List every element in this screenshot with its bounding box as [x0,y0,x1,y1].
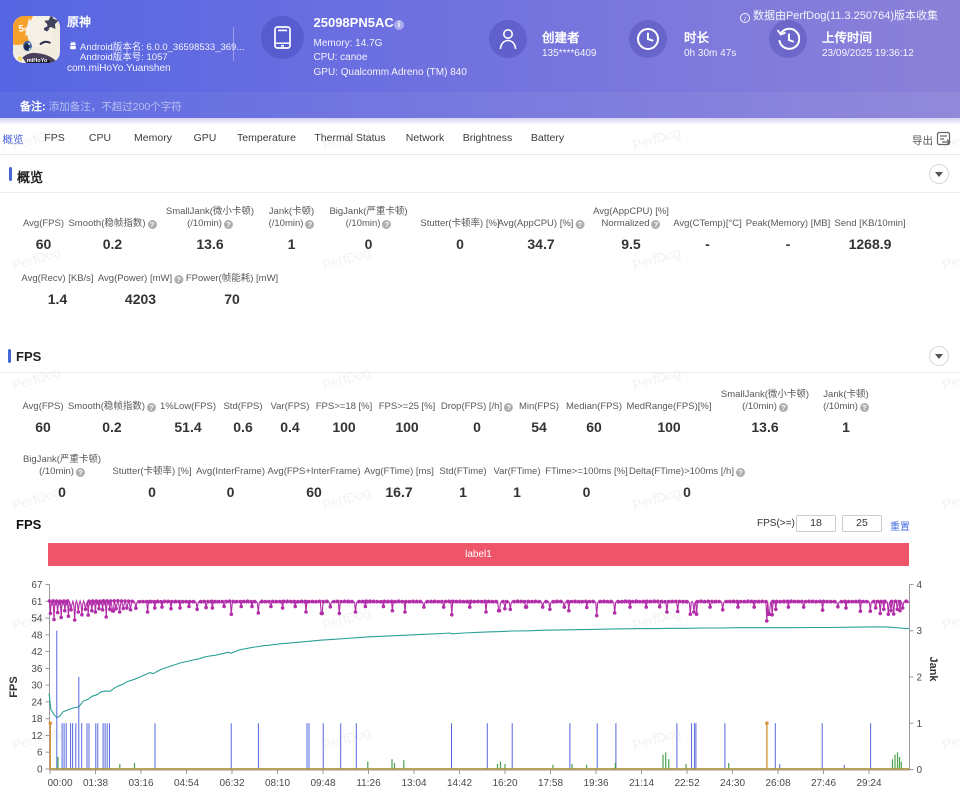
svg-text:36: 36 [31,664,43,675]
svg-text:09:48: 09:48 [310,778,335,789]
svg-text:3: 3 [917,626,923,637]
svg-text:08:10: 08:10 [265,778,290,789]
svg-text:27:46: 27:46 [811,778,836,789]
svg-text:FPS: FPS [8,676,20,697]
svg-text:48: 48 [31,630,43,641]
svg-text:0: 0 [917,765,923,776]
svg-text:54: 54 [31,614,43,625]
svg-text:67: 67 [31,580,43,591]
svg-text:11:26: 11:26 [356,778,381,789]
svg-text:17:58: 17:58 [538,778,563,789]
svg-text:19:36: 19:36 [583,778,608,789]
svg-text:1: 1 [917,719,923,730]
svg-text:14:42: 14:42 [447,778,472,789]
svg-text:2: 2 [917,673,923,684]
svg-text:06:32: 06:32 [219,778,244,789]
svg-text:0: 0 [37,765,43,776]
svg-text:00:00: 00:00 [47,778,72,789]
svg-text:26:08: 26:08 [765,778,790,789]
svg-text:6: 6 [37,748,43,759]
svg-text:24:30: 24:30 [720,778,745,789]
svg-text:4: 4 [917,580,923,591]
svg-text:30: 30 [31,681,43,692]
svg-text:04:54: 04:54 [174,778,199,789]
svg-text:miHoYo: miHoYo [27,58,48,63]
svg-text:42: 42 [31,647,43,658]
svg-text:21:14: 21:14 [629,778,654,789]
svg-text:13:04: 13:04 [401,778,426,789]
svg-text:18: 18 [31,714,43,725]
svg-text:22:52: 22:52 [674,778,699,789]
svg-text:16:20: 16:20 [492,778,517,789]
svg-text:24: 24 [31,697,43,708]
svg-text:61: 61 [31,597,43,608]
svg-text:03:16: 03:16 [128,778,153,789]
svg-text:12: 12 [31,731,43,742]
svg-text:Jank: Jank [927,656,939,682]
svg-text:29:24: 29:24 [856,778,881,789]
svg-text:01:38: 01:38 [83,778,108,789]
